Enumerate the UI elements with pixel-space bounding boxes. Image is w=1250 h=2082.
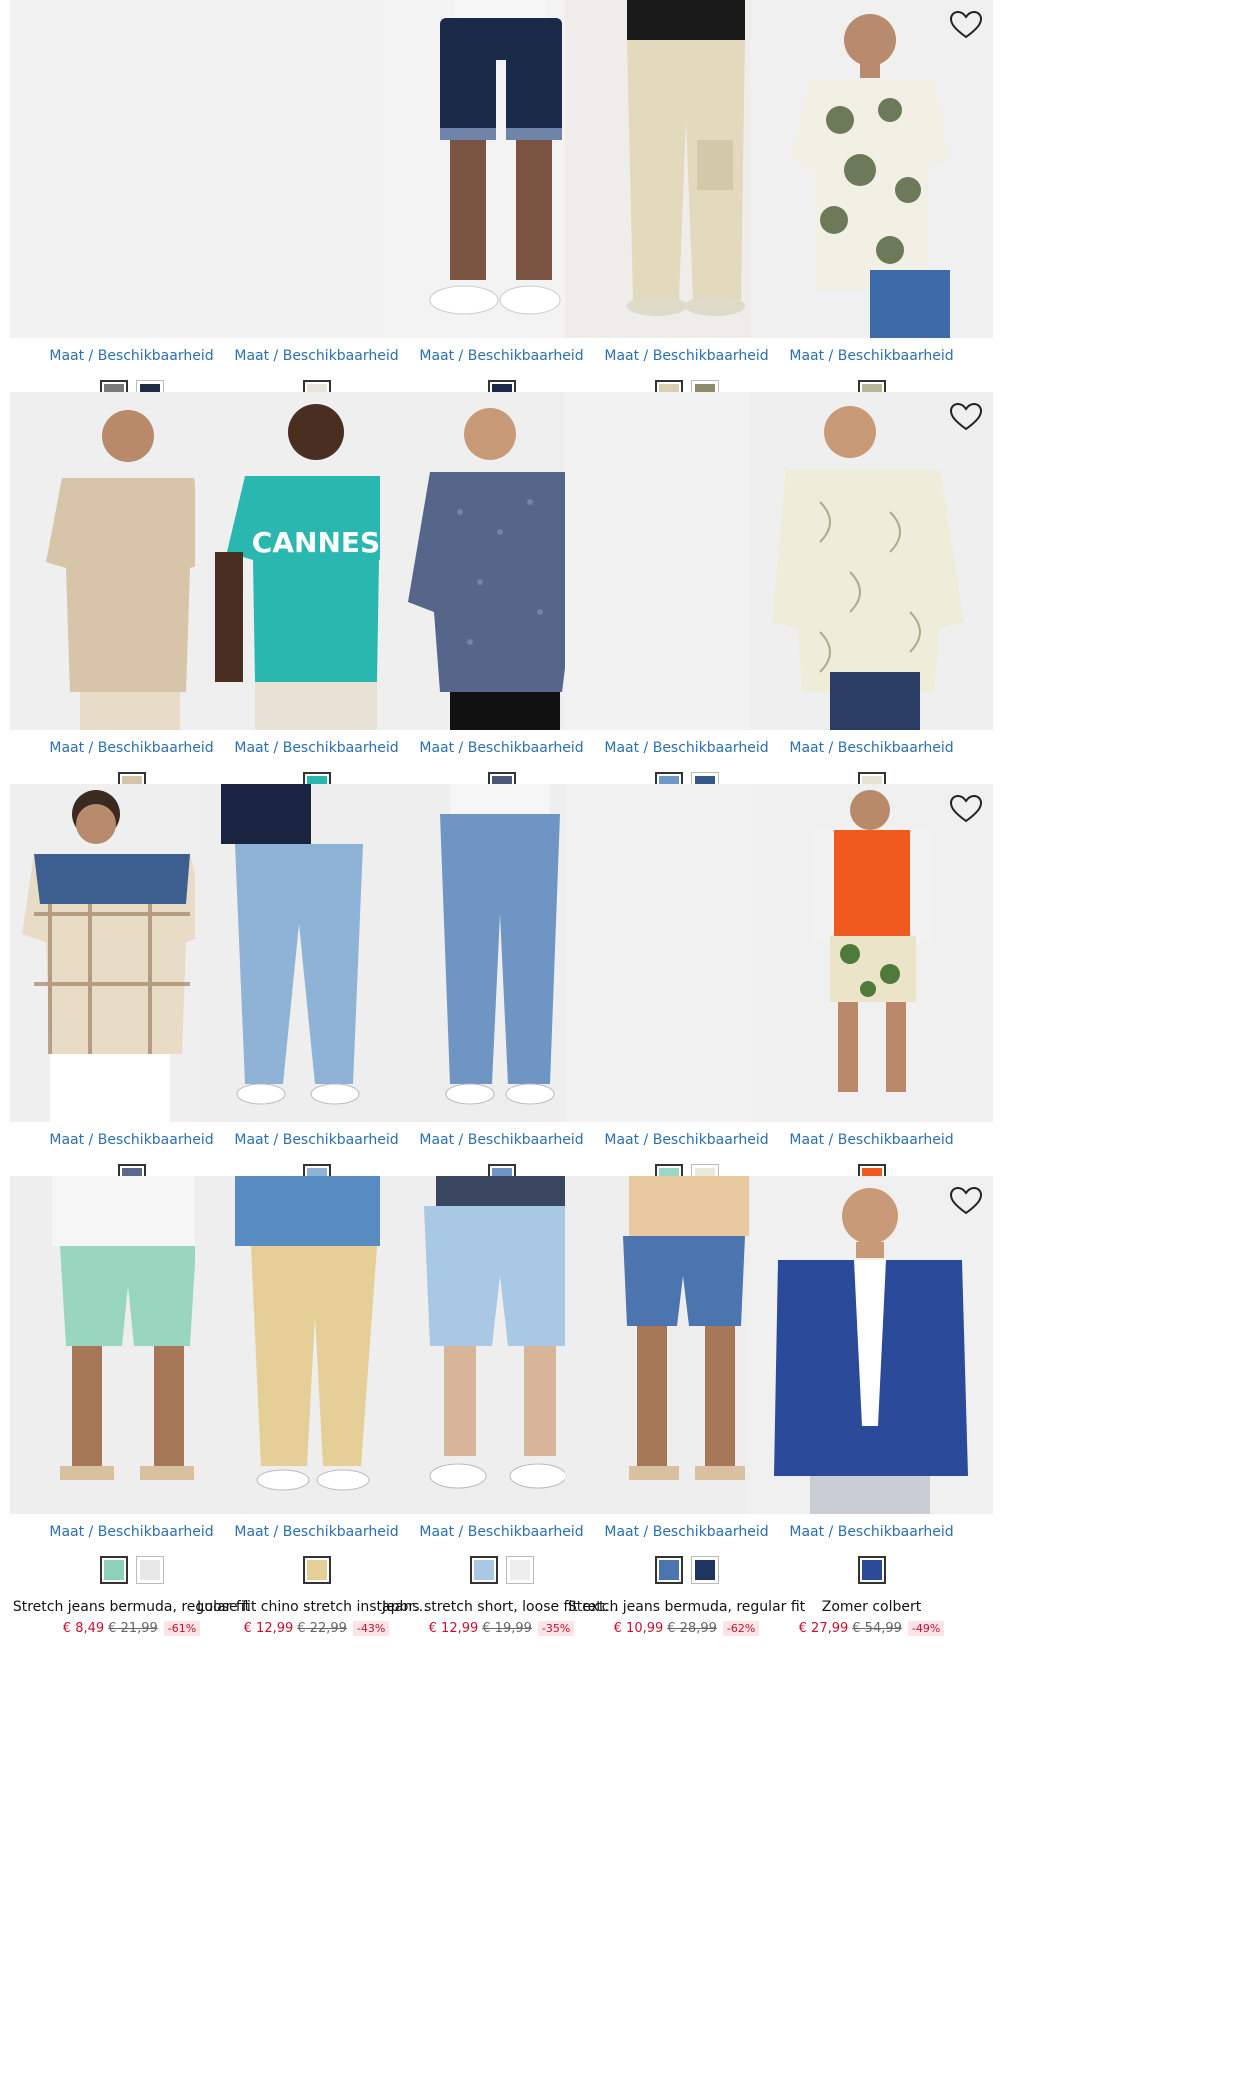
current-price: € 27,99 — [798, 1621, 849, 1636]
size-availability-link[interactable]: Maat / Beschikbaarheid — [750, 1132, 993, 1148]
color-swatch[interactable] — [857, 1556, 886, 1584]
size-availability-link[interactable]: Maat / Beschikbaarheid — [750, 740, 993, 756]
product-image[interactable] — [750, 1176, 993, 1514]
original-price: € 21,99 — [108, 1621, 158, 1636]
product-image[interactable] — [750, 0, 993, 338]
color-swatch[interactable] — [302, 1556, 331, 1584]
size-availability-link[interactable]: Maat / Beschikbaarheid — [750, 1524, 993, 1540]
original-price: € 22,99 — [297, 1621, 347, 1636]
original-price: € 28,99 — [667, 1621, 717, 1636]
current-price: € 10,99 — [613, 1621, 664, 1636]
color-swatch[interactable] — [469, 1556, 498, 1584]
color-swatch[interactable] — [99, 1556, 128, 1584]
wishlist-heart-icon[interactable] — [949, 1186, 983, 1216]
color-swatch[interactable] — [135, 1556, 164, 1584]
product-image[interactable] — [750, 784, 993, 1122]
current-price: € 12,99 — [243, 1621, 294, 1636]
size-availability-link[interactable]: Maat / Beschikbaarheid — [750, 348, 993, 364]
wishlist-heart-icon[interactable] — [949, 10, 983, 40]
color-swatch[interactable] — [690, 1556, 719, 1584]
product-row: Maat / Beschikbaarheid Stretch jeans ber… — [10, 1176, 1242, 1646]
color-swatch[interactable] — [505, 1556, 534, 1584]
original-price: € 19,99 — [482, 1621, 532, 1636]
product-card[interactable]: Maat / Beschikbaarheid Zomer colbert € 2… — [750, 1176, 993, 1646]
product-name[interactable]: Zomer colbert — [750, 1599, 993, 1615]
color-swatches — [750, 1556, 993, 1584]
current-price: € 8,49 — [62, 1621, 105, 1636]
product-image[interactable] — [750, 392, 993, 730]
current-price: € 12,99 — [428, 1621, 479, 1636]
color-swatch[interactable] — [654, 1556, 683, 1584]
product-price: € 27,99 € 54,99 -49% — [750, 1621, 993, 1636]
wishlist-heart-icon[interactable] — [949, 402, 983, 432]
discount-badge: -49% — [907, 1621, 945, 1636]
svg-text:CANNES: CANNES — [252, 526, 380, 559]
wishlist-heart-icon[interactable] — [949, 794, 983, 824]
original-price: € 54,99 — [852, 1621, 902, 1636]
